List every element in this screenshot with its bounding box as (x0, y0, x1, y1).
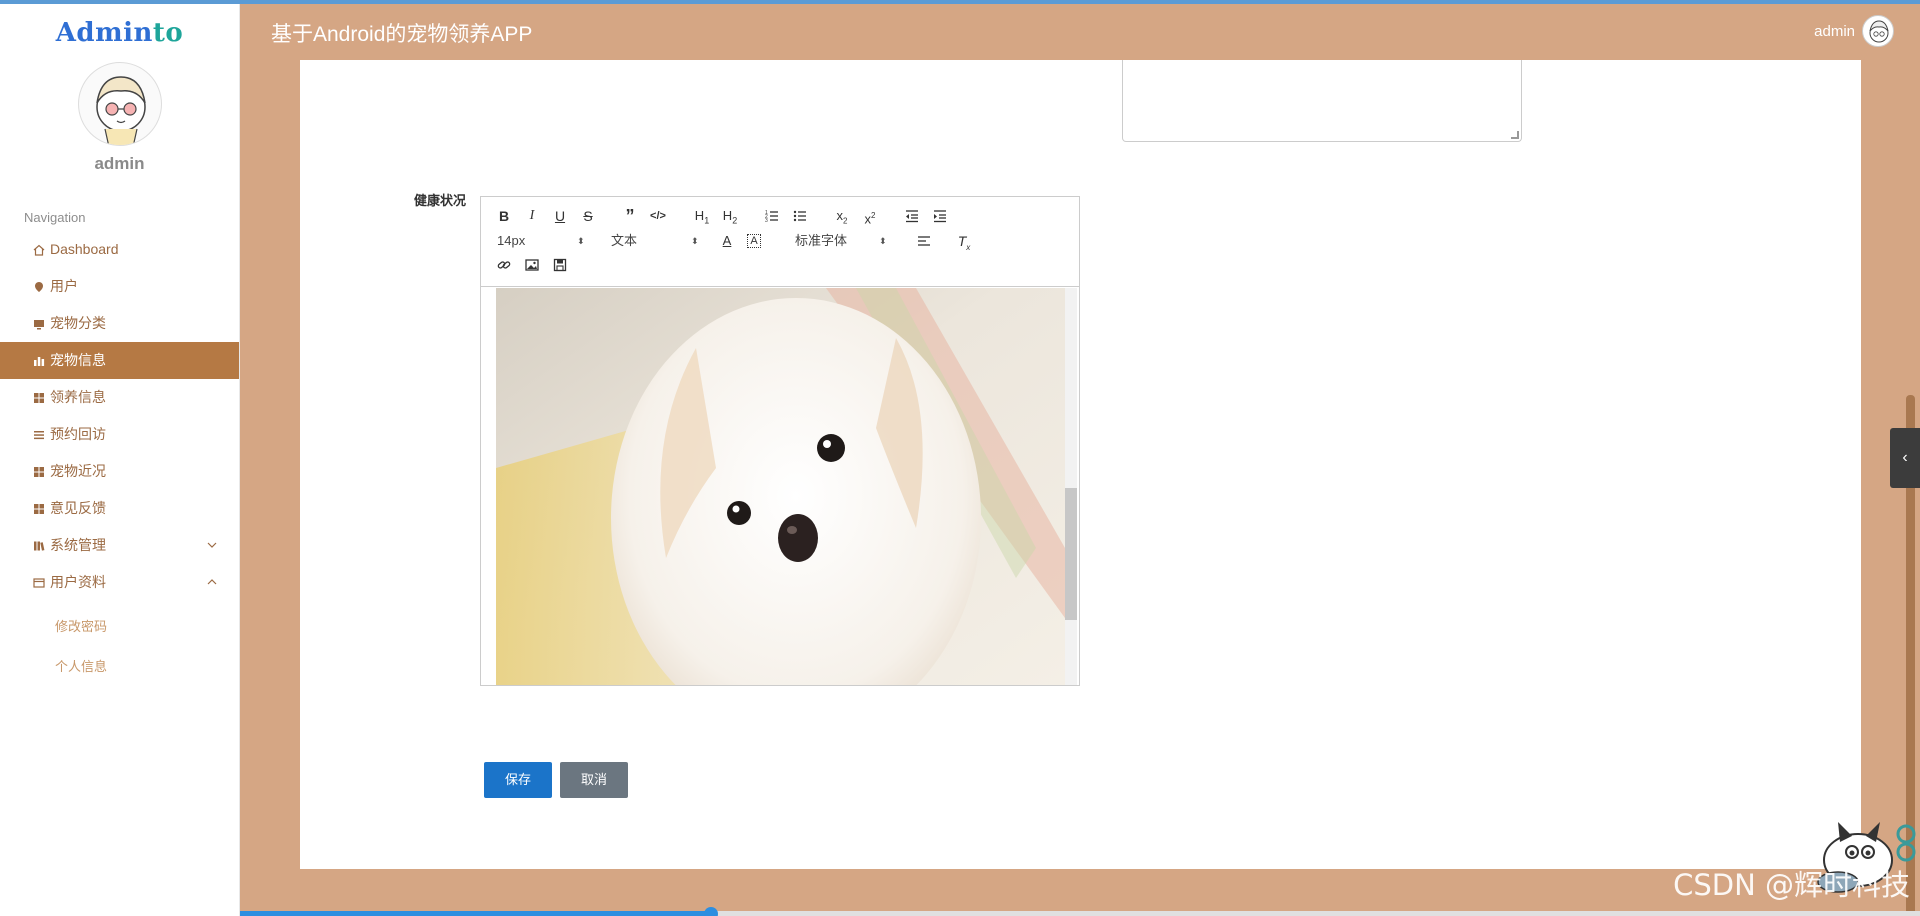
indent-icon[interactable] (929, 205, 951, 227)
logo-text-2: to (152, 18, 184, 48)
bottom-progress-bar (0, 907, 1920, 916)
superscript-icon[interactable]: x2 (859, 205, 881, 227)
chevron-left-icon: ‹ (1902, 449, 1908, 466)
font-color-icon[interactable]: A (716, 230, 738, 252)
sidebar-item-users[interactable]: 用户 (0, 268, 239, 305)
select-arrows-icon: ⬍ (691, 236, 699, 246)
book-icon (34, 541, 45, 551)
header-avatar[interactable] (1862, 15, 1894, 47)
chevron-up-icon (207, 564, 217, 616)
outdent-icon[interactable] (901, 205, 923, 227)
align-icon[interactable] (913, 230, 935, 252)
sidebar-item-label: 意见反馈 (50, 500, 106, 516)
italic-icon[interactable]: I (521, 205, 543, 227)
watermark-text: CSDN @辉时科技 (1673, 868, 1910, 902)
block-format-select[interactable]: 文本 ⬍ (611, 230, 699, 252)
header-username[interactable]: admin (1814, 23, 1855, 40)
logo-text-1: Admin (55, 18, 153, 48)
avatar[interactable] (77, 62, 162, 146)
sidebar-item-label: 预约回访 (50, 426, 106, 442)
sidebar-subitem-change-password[interactable]: 修改密码 (0, 607, 239, 647)
heading1-icon[interactable]: H1 (689, 205, 715, 227)
top-header: 基于Android的宠物领养APP admin (240, 4, 1920, 60)
font-family-value: 标准字体 (795, 233, 848, 248)
settings-drawer-toggle[interactable]: ‹ (1890, 428, 1920, 488)
sidebar-item-label: 宠物分类 (50, 315, 106, 331)
sidebar-item-pet-category[interactable]: 宠物分类 (0, 305, 239, 342)
blockquote-icon[interactable]: ” (619, 205, 641, 227)
page-title: 基于Android的宠物领养APP (271, 23, 533, 46)
editor-toolbar: B I U S ” </> H1 H2 123 x2 x2 14px ⬍ 文本 … (481, 197, 1079, 287)
sidebar-item-label: 宠物近况 (50, 463, 106, 479)
save-button[interactable]: 保存 (484, 762, 552, 798)
sidebar-item-label: 用户资料 (50, 574, 106, 590)
code-block-icon[interactable]: </> (647, 205, 669, 227)
sidebar-item-appointment-visit[interactable]: 预约回访 (0, 416, 239, 453)
font-family-select[interactable]: 标准字体 ⬍ (795, 230, 887, 252)
app-logo[interactable]: Adminto (0, 18, 239, 48)
sidebar-item-label: 宠物信息 (50, 352, 106, 368)
sidebar: Adminto admin Navigation Dashboard 用户 宠物… (0, 0, 240, 916)
grid-icon (34, 393, 44, 403)
previous-textarea[interactable] (1122, 60, 1522, 142)
clear-format-icon[interactable]: Tx (953, 230, 975, 252)
editor-content[interactable] (481, 288, 1079, 685)
pin-icon (35, 282, 43, 292)
card-icon (33, 578, 45, 588)
sidebar-item-adoption-info[interactable]: 领养信息 (0, 379, 239, 416)
cancel-button[interactable]: 取消 (560, 762, 628, 798)
form-card: 健康状况 B I U S ” </> H1 H2 123 x2 x2 14px … (300, 60, 1861, 869)
sidebar-item-dashboard[interactable]: Dashboard (0, 231, 239, 268)
font-size-value: 14px (497, 233, 526, 248)
image-icon[interactable] (521, 254, 543, 276)
sidebar-item-feedback[interactable]: 意见反馈 (0, 490, 239, 527)
rich-text-editor[interactable]: B I U S ” </> H1 H2 123 x2 x2 14px ⬍ 文本 … (480, 196, 1080, 686)
svg-text:3: 3 (765, 218, 768, 223)
bullet-list-icon[interactable] (789, 205, 811, 227)
bold-icon[interactable]: B (493, 205, 515, 227)
sidebar-item-user-profile[interactable]: 用户资料 (0, 564, 239, 601)
monitor-icon (34, 320, 44, 330)
editor-scrollbar[interactable] (1065, 288, 1077, 685)
dog-photo (496, 288, 1065, 685)
subscript-icon[interactable]: x2 (831, 205, 853, 227)
video-icon[interactable] (549, 254, 571, 276)
sidebar-item-pet-info[interactable]: 宠物信息 (0, 342, 239, 379)
sidebar-subitem-personal-info[interactable]: 个人信息 (0, 647, 239, 687)
sidebar-item-label: Dashboard (50, 241, 119, 257)
nav-section-title: Navigation (24, 210, 86, 225)
grid-icon (34, 467, 44, 477)
sidebar-item-label: 用户 (50, 278, 78, 294)
bar-chart-icon (34, 357, 45, 366)
grid-icon (34, 504, 44, 514)
select-arrows-icon: ⬍ (879, 236, 887, 246)
block-format-value: 文本 (611, 233, 638, 248)
select-arrows-icon: ⬍ (577, 236, 585, 246)
heading2-icon[interactable]: H2 (717, 205, 743, 227)
ordered-list-icon[interactable]: 123 (761, 205, 783, 227)
home-icon (33, 244, 45, 256)
progress-handle[interactable] (704, 907, 718, 916)
top-progress-line (0, 0, 1920, 4)
link-icon[interactable] (493, 254, 515, 276)
sidebar-item-system-management[interactable]: 系统管理 (0, 527, 239, 564)
strikethrough-icon[interactable]: S (577, 205, 599, 227)
sidebar-username: admin (94, 154, 145, 173)
editor-scroll-thumb[interactable] (1065, 488, 1077, 620)
sidebar-item-label: 领养信息 (50, 389, 106, 405)
list-icon (34, 431, 44, 440)
underline-icon[interactable]: U (549, 205, 571, 227)
background-color-icon[interactable]: A (743, 230, 765, 252)
resize-handle-icon[interactable] (1511, 131, 1519, 139)
health-status-label: 健康状况 (414, 193, 467, 208)
sidebar-item-label: 系统管理 (50, 537, 106, 553)
font-size-select[interactable]: 14px ⬍ (497, 230, 585, 252)
sidebar-item-pet-status[interactable]: 宠物近况 (0, 453, 239, 490)
